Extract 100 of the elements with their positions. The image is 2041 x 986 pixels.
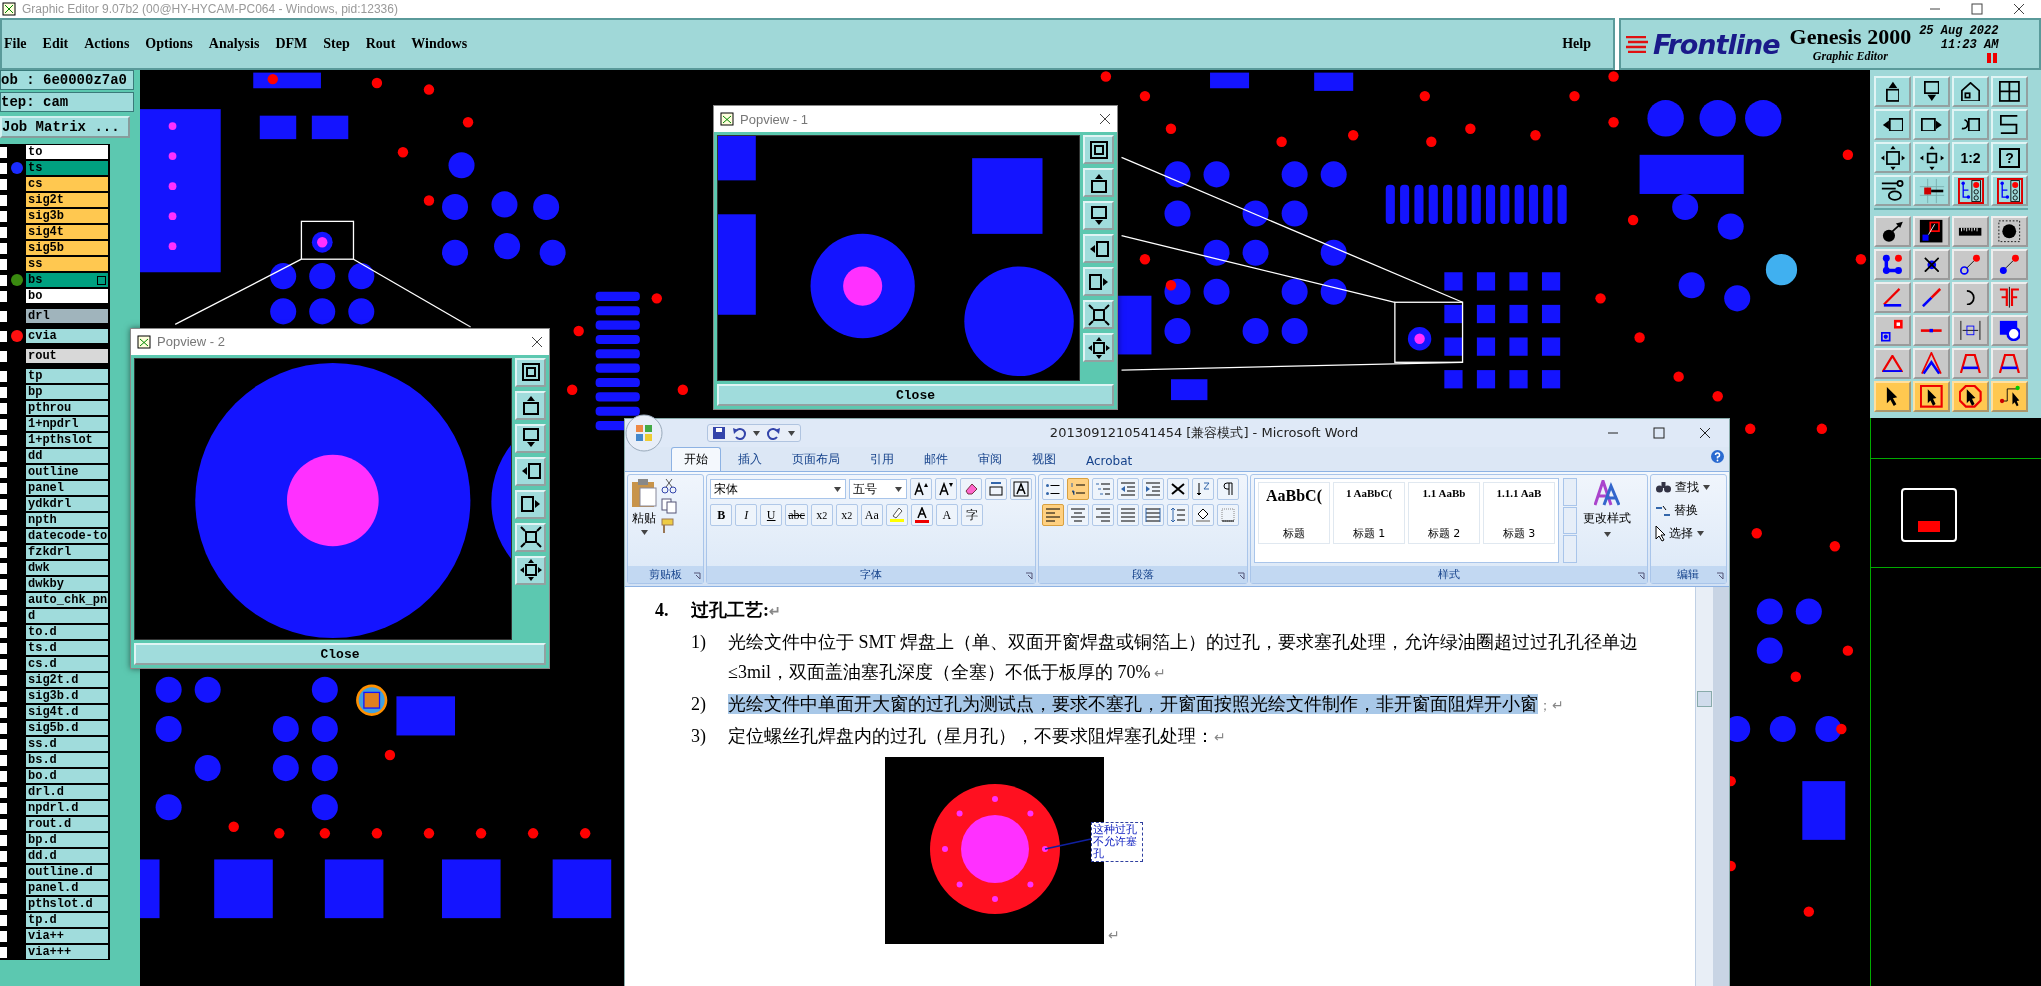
format-button[interactable]: Aa xyxy=(860,504,883,526)
enclose-character-button[interactable]: 字 xyxy=(960,504,983,526)
style-tile[interactable]: 1.1.1 AaB 标题 3 xyxy=(1483,482,1555,544)
layer-item[interactable]: fzkdrl xyxy=(26,545,110,559)
format-button[interactable]: I xyxy=(735,504,758,526)
layer-item[interactable]: npth xyxy=(26,513,110,527)
layer-item[interactable]: dwkby xyxy=(26,577,110,591)
layer-item[interactable]: ss.d xyxy=(26,737,110,751)
format-button[interactable]: U xyxy=(760,504,783,526)
layer-item[interactable]: ts xyxy=(26,161,110,175)
ribbon-tab[interactable]: 审阅 xyxy=(965,447,1015,471)
window-title: 2013091210541454 [兼容模式] - Microsoft Word xyxy=(1048,424,1360,442)
job-matrix-button[interactable]: Job Matrix ... xyxy=(0,116,130,138)
layer-item[interactable]: ts.d xyxy=(26,641,110,655)
layer-item[interactable]: tp xyxy=(26,369,110,383)
layer-item[interactable]: bp.d xyxy=(26,833,110,847)
layer-item[interactable]: via+++ xyxy=(26,945,110,959)
layer-item[interactable]: bo.d xyxy=(26,769,110,783)
list-number: 4. xyxy=(655,599,670,622)
format-button[interactable]: abc xyxy=(785,504,808,526)
layer-item[interactable]: pthslot.d xyxy=(26,897,110,911)
layer-item[interactable]: panel.d xyxy=(26,881,110,895)
group-label: 剪贴板 xyxy=(649,567,683,582)
menu-item[interactable]: Analysis xyxy=(208,36,260,52)
layer-item[interactable]: npdrl.d xyxy=(26,801,110,815)
layer-item[interactable]: cs.d xyxy=(26,657,110,671)
menu-item[interactable]: Rout xyxy=(365,36,396,52)
format-button[interactable]: B xyxy=(710,504,733,526)
group-label: 段落 xyxy=(1132,567,1155,582)
layer-item[interactable]: sig2t.d xyxy=(26,673,110,687)
layer-item[interactable]: sig4t xyxy=(26,225,110,239)
ribbon-tab[interactable]: 插入 xyxy=(725,447,775,471)
menu-item[interactable]: Step xyxy=(323,36,350,52)
layer-item[interactable]: panel xyxy=(26,481,110,495)
editing-button[interactable]: 查找 xyxy=(1653,478,1712,497)
heading-text: 过孔工艺:↵ xyxy=(691,599,781,622)
layer-item[interactable]: outline xyxy=(26,465,110,479)
layer-item[interactable]: bo xyxy=(26,289,110,303)
toolbar-button[interactable]: ? xyxy=(1991,142,2028,173)
help-menu[interactable]: Help xyxy=(1562,36,1591,52)
layer-item[interactable]: drl xyxy=(26,309,110,323)
layer-item[interactable]: datecode-to xyxy=(26,529,110,543)
layer-item[interactable]: rout.d xyxy=(26,817,110,831)
layer-item[interactable]: sig4t.d xyxy=(26,705,110,719)
ribbon-tab[interactable]: 引用 xyxy=(857,447,907,471)
menu-item[interactable]: Edit xyxy=(42,36,69,52)
layer-item[interactable]: cvia xyxy=(26,329,110,343)
toolbar-button[interactable]: 1:2 xyxy=(1952,142,1989,173)
layer-item[interactable]: rout xyxy=(26,349,110,363)
layer-item[interactable]: 1+npdrl xyxy=(26,417,110,431)
layer-item[interactable]: to xyxy=(26,145,110,159)
layer-item[interactable]: ydkdrl xyxy=(26,497,110,511)
list-item-text: 定位螺丝孔焊盘内的过孔（星月孔），不要求阻焊塞孔处理：↵ xyxy=(728,725,1227,748)
paste-button[interactable]: 粘贴 xyxy=(631,478,657,563)
menu-item[interactable]: Actions xyxy=(84,36,130,52)
layer-item[interactable]: dd xyxy=(26,449,110,463)
close-button[interactable]: Close xyxy=(134,643,546,665)
layer-item[interactable]: drl.d xyxy=(26,785,110,799)
layer-item[interactable]: outline.d xyxy=(26,865,110,879)
layer-item[interactable]: dd.d xyxy=(26,849,110,863)
layer-item[interactable]: ss xyxy=(26,257,110,271)
layer-item[interactable]: cs xyxy=(26,177,110,191)
font-size-field[interactable]: 五号 xyxy=(849,479,908,499)
editing-button[interactable]: 替换 xyxy=(1653,501,1712,520)
menu-item[interactable]: Options xyxy=(145,36,193,52)
layer-item[interactable]: bp xyxy=(26,385,110,399)
layer-item[interactable]: dwk xyxy=(26,561,110,575)
layer-item[interactable]: sig3b xyxy=(26,209,110,223)
layer-item[interactable]: sig2t xyxy=(26,193,110,207)
ribbon-tab[interactable]: 视图 xyxy=(1019,447,1069,471)
layer-item[interactable]: d xyxy=(26,609,110,623)
layer-item[interactable]: sig3b.d xyxy=(26,689,110,703)
menu-item[interactable]: Windows xyxy=(411,36,468,52)
layer-item[interactable]: sig5b xyxy=(26,241,110,255)
date-text: 25 Aug 2022 xyxy=(1919,24,1999,38)
font-name-field[interactable]: 宋体 xyxy=(710,479,847,499)
layer-item[interactable]: sig5b.d xyxy=(26,721,110,735)
layer-item[interactable]: auto_chk_pn xyxy=(26,593,110,607)
style-tile[interactable]: 1 AaBbC( 标题 1 xyxy=(1333,482,1405,544)
list-item-text: 光绘文件中单面开大窗的过孔为测试点，要求不塞孔，开窗面按照光绘文件制作，非开窗面阻焊开小窗；↵ xyxy=(728,693,1565,716)
ribbon-tab[interactable]: Acrobat xyxy=(1073,450,1146,471)
layer-item[interactable]: bs xyxy=(26,273,110,287)
menu-item[interactable]: File xyxy=(4,36,27,52)
close-button[interactable]: Close xyxy=(717,384,1114,406)
ribbon-tab[interactable]: 邮件 xyxy=(911,447,961,471)
style-tile[interactable]: 1.1 AaBb 标题 2 xyxy=(1408,482,1480,544)
layer-item[interactable]: 1+pthslot xyxy=(26,433,110,447)
layer-item[interactable]: tp.d xyxy=(26,913,110,927)
layer-item[interactable]: pthrou xyxy=(26,401,110,415)
layer-item[interactable]: via++ xyxy=(26,929,110,943)
layer-item[interactable]: bs.d xyxy=(26,753,110,767)
layer-item[interactable]: to.d xyxy=(26,625,110,639)
character-shading-button[interactable]: A xyxy=(935,504,958,526)
popview-title: Popview - 1 xyxy=(740,111,809,127)
change-styles-button[interactable]: 更改样式 xyxy=(1581,478,1633,563)
editing-button[interactable]: 选择 xyxy=(1653,524,1712,543)
ribbon-tab[interactable]: 开始 xyxy=(671,447,721,471)
ribbon-tab[interactable]: 页面布局 xyxy=(779,447,853,471)
style-tile[interactable]: AaBbC( 标题 xyxy=(1258,482,1330,544)
menu-item[interactable]: DFM xyxy=(275,36,308,52)
